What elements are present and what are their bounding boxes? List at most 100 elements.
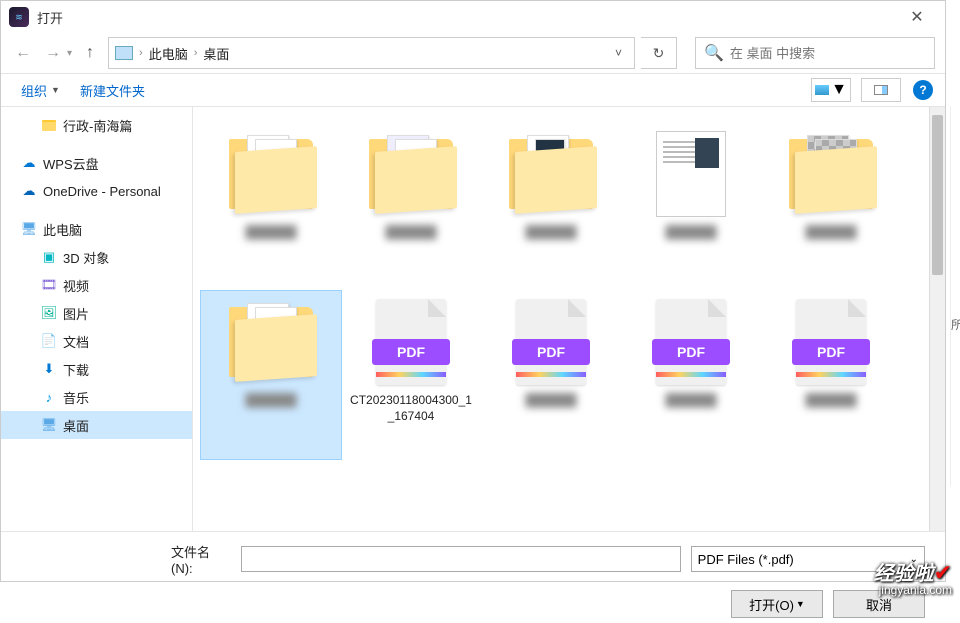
file-tile-1[interactable]: ██████ xyxy=(341,123,481,291)
file-tile-3[interactable]: ██████ xyxy=(621,123,761,291)
bottom-panel: 文件名(N): PDF Files (*.pdf) ⌄ 打开(O)▼ 取消 xyxy=(1,531,945,623)
pc-icon: 🖥 xyxy=(21,221,37,237)
sidebar-item-label: 行政-南海篇 xyxy=(63,116,132,135)
file-thumb: PDF xyxy=(641,297,741,387)
toolbar: 组织▼ 新建文件夹 ▼ ? xyxy=(1,73,945,107)
desk-icon: 🖥 xyxy=(41,417,57,433)
sidebar-item-label: 图片 xyxy=(63,304,89,323)
split-arrow-icon: ▼ xyxy=(796,599,805,609)
sidebar-item-label: 文档 xyxy=(63,332,89,351)
file-thumb xyxy=(221,129,321,219)
file-label: ██████ xyxy=(805,393,856,409)
sidebar-item-label: 视频 xyxy=(63,276,89,295)
view-mode-button[interactable]: ▼ xyxy=(811,78,851,102)
background-window-edge: 所 xyxy=(950,106,960,486)
sidebar-item-label: 下载 xyxy=(63,360,89,379)
file-tile-6[interactable]: PDF CT20230118004300_1_167404 xyxy=(341,291,481,459)
new-folder-button[interactable]: 新建文件夹 xyxy=(72,77,153,104)
file-tile-9[interactable]: PDF ██████ xyxy=(761,291,901,459)
video-icon: 🎞 xyxy=(41,277,57,293)
breadcrumb-leaf[interactable]: 桌面 xyxy=(203,44,229,63)
sidebar-item-10[interactable]: 🖥 桌面 xyxy=(1,411,192,439)
file-label: ██████ xyxy=(665,225,716,241)
picture-icon xyxy=(815,85,829,95)
file-thumb xyxy=(641,129,741,219)
file-thumb: PDF xyxy=(501,297,601,387)
pc-icon xyxy=(115,46,133,60)
file-thumb xyxy=(781,129,881,219)
search-icon: 🔍 xyxy=(704,43,724,63)
file-label: ██████ xyxy=(525,393,576,409)
file-thumb xyxy=(361,129,461,219)
search-input[interactable] xyxy=(730,46,926,61)
organize-button[interactable]: 组织▼ xyxy=(13,77,68,104)
open-button[interactable]: 打开(O)▼ xyxy=(731,590,823,618)
sidebar-item-label: 音乐 xyxy=(63,388,89,407)
refresh-button[interactable]: ↻ xyxy=(641,37,677,69)
file-tile-8[interactable]: PDF ██████ xyxy=(621,291,761,459)
sidebar-item-3[interactable]: 🖥 此电脑 xyxy=(1,215,192,243)
file-thumb: W xyxy=(221,297,321,387)
file-thumb: PDF xyxy=(361,297,461,387)
address-bar[interactable]: › 此电脑 › 桌面 ˅ xyxy=(108,37,635,69)
sidebar-item-5[interactable]: 🎞 视频 xyxy=(1,271,192,299)
breadcrumb-root[interactable]: 此电脑 xyxy=(149,44,188,63)
sidebar-item-7[interactable]: 📄 文档 xyxy=(1,327,192,355)
titlebar: ≋ 打开 ✕ xyxy=(1,1,945,33)
file-tile-2[interactable]: ██████ xyxy=(481,123,621,291)
sidebar-item-0[interactable]: 行政-南海篇 xyxy=(1,111,192,139)
forward-button: → xyxy=(41,41,65,65)
file-tile-7[interactable]: PDF ██████ xyxy=(481,291,621,459)
sidebar-item-label: 此电脑 xyxy=(43,220,82,239)
filename-label: 文件名(N): xyxy=(171,542,231,576)
pic-icon: 🖼 xyxy=(41,305,57,321)
sidebar-item-label: WPS云盘 xyxy=(43,154,99,173)
sidebar-item-label: 桌面 xyxy=(63,416,89,435)
back-button[interactable]: ← xyxy=(11,41,35,65)
music-icon: ♪ xyxy=(41,389,57,405)
close-button[interactable]: ✕ xyxy=(897,3,937,31)
file-label: ██████ xyxy=(245,225,296,241)
app-icon: ≋ xyxy=(9,7,29,27)
watermark: 经验啦✔ jingyanla.com xyxy=(874,562,952,596)
cloud-dark-icon: ☁ xyxy=(21,183,37,199)
sidebar-item-2[interactable]: ☁ OneDrive - Personal xyxy=(1,177,192,205)
file-pane[interactable]: ██████████████████████████████W██████PDF… xyxy=(193,107,929,531)
vertical-scrollbar[interactable] xyxy=(929,107,945,531)
chevron-down-icon: ▼ xyxy=(831,81,847,99)
sidebar-item-4[interactable]: ▣3D 对象 xyxy=(1,243,192,271)
file-tile-0[interactable]: ██████ xyxy=(201,123,341,291)
file-label: ██████ xyxy=(245,393,296,409)
sidebar-item-8[interactable]: ⬇下载 xyxy=(1,355,192,383)
search-box[interactable]: 🔍 xyxy=(695,37,935,69)
cloud-blue-icon: ☁ xyxy=(21,155,37,171)
sidebar-item-1[interactable]: ☁ WPS云盘 xyxy=(1,149,192,177)
window-title: 打开 xyxy=(37,8,63,27)
file-label: ██████ xyxy=(385,225,436,241)
sidebar: 行政-南海篇 ☁ WPS云盘 ☁ OneDrive - Personal 🖥 此电脑 ▣3D … xyxy=(1,107,193,531)
file-tile-5[interactable]: W ██████ xyxy=(201,291,341,459)
up-button[interactable]: ↑ xyxy=(78,41,102,65)
address-dropdown-icon[interactable]: ˅ xyxy=(609,42,628,64)
scrollbar-thumb[interactable] xyxy=(932,115,943,275)
file-thumb xyxy=(501,129,601,219)
filter-label: PDF Files (*.pdf) xyxy=(698,552,794,567)
sidebar-item-label: OneDrive - Personal xyxy=(43,184,161,199)
doc-icon: 📄 xyxy=(41,333,57,349)
help-button[interactable]: ? xyxy=(913,80,933,100)
file-label: ██████ xyxy=(805,225,856,241)
file-thumb: PDF xyxy=(781,297,881,387)
navigation-row: ← → ▾ ↑ › 此电脑 › 桌面 ˅ ↻ 🔍 xyxy=(1,33,945,73)
pane-icon xyxy=(874,85,888,95)
preview-pane-button[interactable] xyxy=(861,78,901,102)
history-dropdown-icon[interactable]: ▾ xyxy=(67,48,72,59)
file-label: CT20230118004300_1_167404 xyxy=(347,393,475,424)
sidebar-item-9[interactable]: ♪ 音乐 xyxy=(1,383,192,411)
sidebar-item-6[interactable]: 🖼 图片 xyxy=(1,299,192,327)
file-tile-4[interactable]: ██████ xyxy=(761,123,901,291)
sidebar-item-label: 3D 对象 xyxy=(63,248,109,267)
file-label: ██████ xyxy=(525,225,576,241)
file-label: ██████ xyxy=(665,393,716,409)
filename-input[interactable] xyxy=(241,546,681,572)
breadcrumb-sep-icon: › xyxy=(139,47,143,59)
